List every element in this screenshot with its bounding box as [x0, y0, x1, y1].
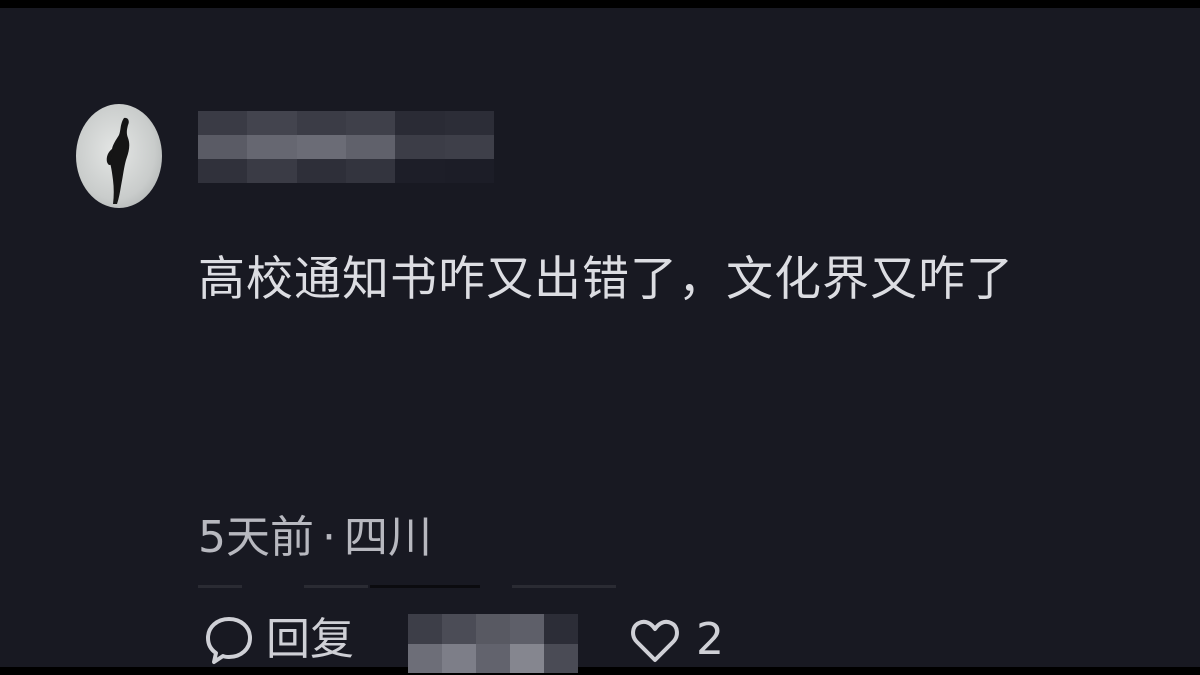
divider [370, 585, 480, 588]
divider [198, 585, 242, 588]
like-count: 2 [696, 614, 724, 665]
reply-label: 回复 [266, 614, 354, 665]
comment-meta: 5天前 · 四川 [198, 510, 432, 566]
timestamp: 5天前 [198, 512, 314, 563]
avatar[interactable] [76, 104, 162, 208]
comment-text: 高校通知书咋又出错了，文化界又咋了 [198, 252, 1014, 307]
speech-bubble-icon [206, 617, 252, 664]
heart-outline-icon [631, 619, 679, 662]
divider [304, 585, 368, 588]
username-blurred[interactable] [198, 111, 494, 183]
meta-separator: · [322, 512, 336, 563]
comment-screen: 高校通知书咋又出错了，文化界又咋了 5天前 · 四川 回复 2 [0, 8, 1200, 673]
action-bar: 回复 2 [180, 606, 740, 675]
blurred-content [408, 614, 578, 673]
divider [512, 585, 616, 588]
reply-button[interactable]: 回复 [202, 612, 354, 668]
silhouette-figure-icon [106, 117, 130, 204]
like-button[interactable]: 2 [628, 612, 724, 668]
location: 四川 [344, 512, 432, 563]
